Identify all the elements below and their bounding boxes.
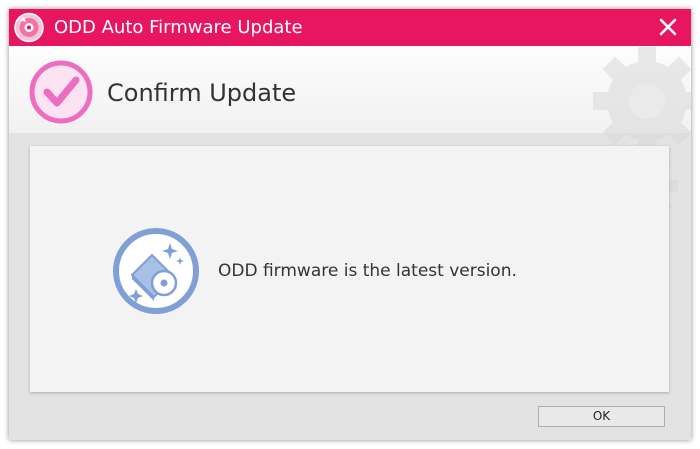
status-message: ODD firmware is the latest version. bbox=[218, 261, 517, 281]
app-disc-icon bbox=[14, 12, 44, 43]
header-title: Confirm Update bbox=[107, 79, 297, 107]
dialog-window: ODD Auto Firmware Update Confirm Update bbox=[9, 9, 691, 440]
content-panel: ODD firmware is the latest version. bbox=[30, 146, 669, 392]
optical-drive-sparkle-icon bbox=[113, 228, 199, 314]
ok-button[interactable]: OK bbox=[538, 406, 665, 427]
checkmark-circle-icon bbox=[29, 60, 93, 124]
close-icon bbox=[659, 18, 677, 36]
window-title: ODD Auto Firmware Update bbox=[54, 17, 303, 38]
